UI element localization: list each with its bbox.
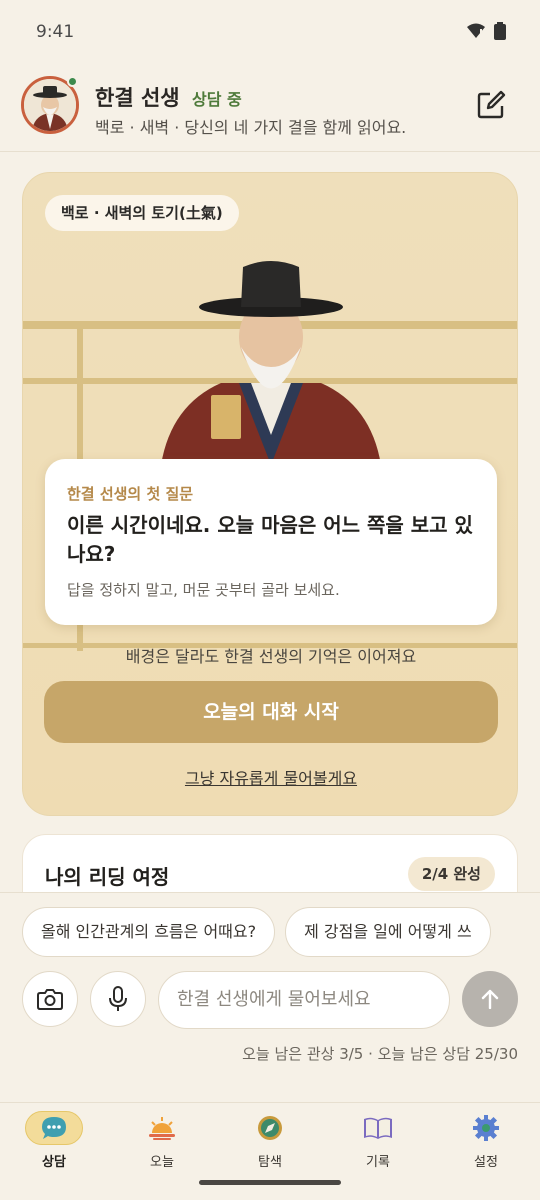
season-chip: 백로 · 새벽의 토기(土氣) (45, 195, 239, 231)
first-question-card[interactable]: 한결 선생의 첫 질문 이른 시간이네요. 오늘 마음은 어느 쪽을 보고 있나… (45, 459, 497, 625)
bottom-nav: 상담 오늘 탐색 기록 설정 (0, 1102, 540, 1200)
compass-icon (241, 1111, 299, 1145)
hero-card: 백로 · 새벽의 토기(土氣) 한결 선생의 첫 질문 이른 시간이네요. 오늘… (22, 172, 518, 816)
free-question-link[interactable]: 그냥 자유롭게 물어볼게요 (23, 765, 517, 789)
daily-quota: 오늘 남은 관상 3/5 · 오늘 남은 상담 25/30 (242, 1045, 518, 1063)
new-chat-button[interactable] (476, 90, 506, 120)
journey-progress-badge: 2/4 완성 (407, 857, 495, 891)
journey-title: 나의 리딩 여정 (45, 865, 170, 889)
nav-label: 설정 (474, 1155, 498, 1170)
nav-item-explore[interactable]: 탐색 (230, 1111, 310, 1175)
ask-input[interactable]: 한결 선생에게 물어보세요 (158, 971, 450, 1029)
nav-label: 오늘 (150, 1155, 174, 1170)
arrow-up-icon (481, 989, 499, 1009)
send-button[interactable] (462, 971, 518, 1027)
status-time: 9:41 (36, 22, 75, 42)
sunrise-icon (133, 1111, 191, 1145)
nav-label: 탐색 (258, 1155, 282, 1170)
book-icon (349, 1111, 407, 1145)
chat-header: 한결 선생 상담 중 백로 · 새벽 · 당신의 네 가지 결을 함께 읽어요. (0, 66, 540, 152)
scholar-illustration (161, 255, 381, 465)
nav-label: 상담 (42, 1155, 66, 1170)
suggestion-chip[interactable]: 올해 인간관계의 흐름은 어때요? (22, 907, 276, 957)
home-indicator[interactable] (199, 1180, 341, 1185)
suggestion-chips: 올해 인간관계의 흐름은 어때요? 제 강점을 일에 어떻게 쓰 (22, 907, 540, 959)
counselor-name: 한결 선생 (95, 86, 180, 110)
nav-item-today[interactable]: 오늘 (122, 1111, 202, 1175)
chat-icon (25, 1111, 83, 1145)
question-hint: 답을 정하지 말고, 머문 곳부터 골라 보세요. (67, 581, 340, 599)
camera-icon (37, 989, 63, 1010)
header-subtitle: 백로 · 새벽 · 당신의 네 가지 결을 함께 읽어요. (95, 118, 407, 137)
suggestion-chip[interactable]: 제 강점을 일에 어떻게 쓰 (285, 907, 491, 957)
online-status-dot (67, 76, 78, 87)
memory-note: 배경은 달라도 한결 선생의 기억은 이어져요 (125, 647, 417, 666)
gear-icon (457, 1111, 515, 1145)
edit-icon (477, 90, 506, 119)
nav-item-settings[interactable]: 설정 (446, 1111, 526, 1175)
status-bar: 9:41 (0, 0, 540, 66)
question-label: 한결 선생의 첫 질문 (67, 485, 194, 503)
question-text: 이른 시간이네요. 오늘 마음은 어느 쪽을 보고 있나요? (67, 513, 473, 566)
microphone-icon (109, 986, 127, 1011)
wifi-icon (466, 23, 486, 39)
start-conversation-button[interactable]: 오늘의 대화 시작 (44, 681, 498, 743)
composer-sheet: 올해 인간관계의 흐름은 어때요? 제 강점을 일에 어떻게 쓰 한결 선생에게 … (0, 892, 540, 1102)
consult-status: 상담 중 (192, 90, 242, 109)
microphone-button[interactable] (90, 971, 146, 1027)
nav-label: 기록 (366, 1155, 390, 1170)
nav-item-consult[interactable]: 상담 (14, 1111, 94, 1175)
camera-button[interactable] (22, 971, 78, 1027)
nav-item-records[interactable]: 기록 (338, 1111, 418, 1175)
battery-icon (494, 22, 506, 40)
